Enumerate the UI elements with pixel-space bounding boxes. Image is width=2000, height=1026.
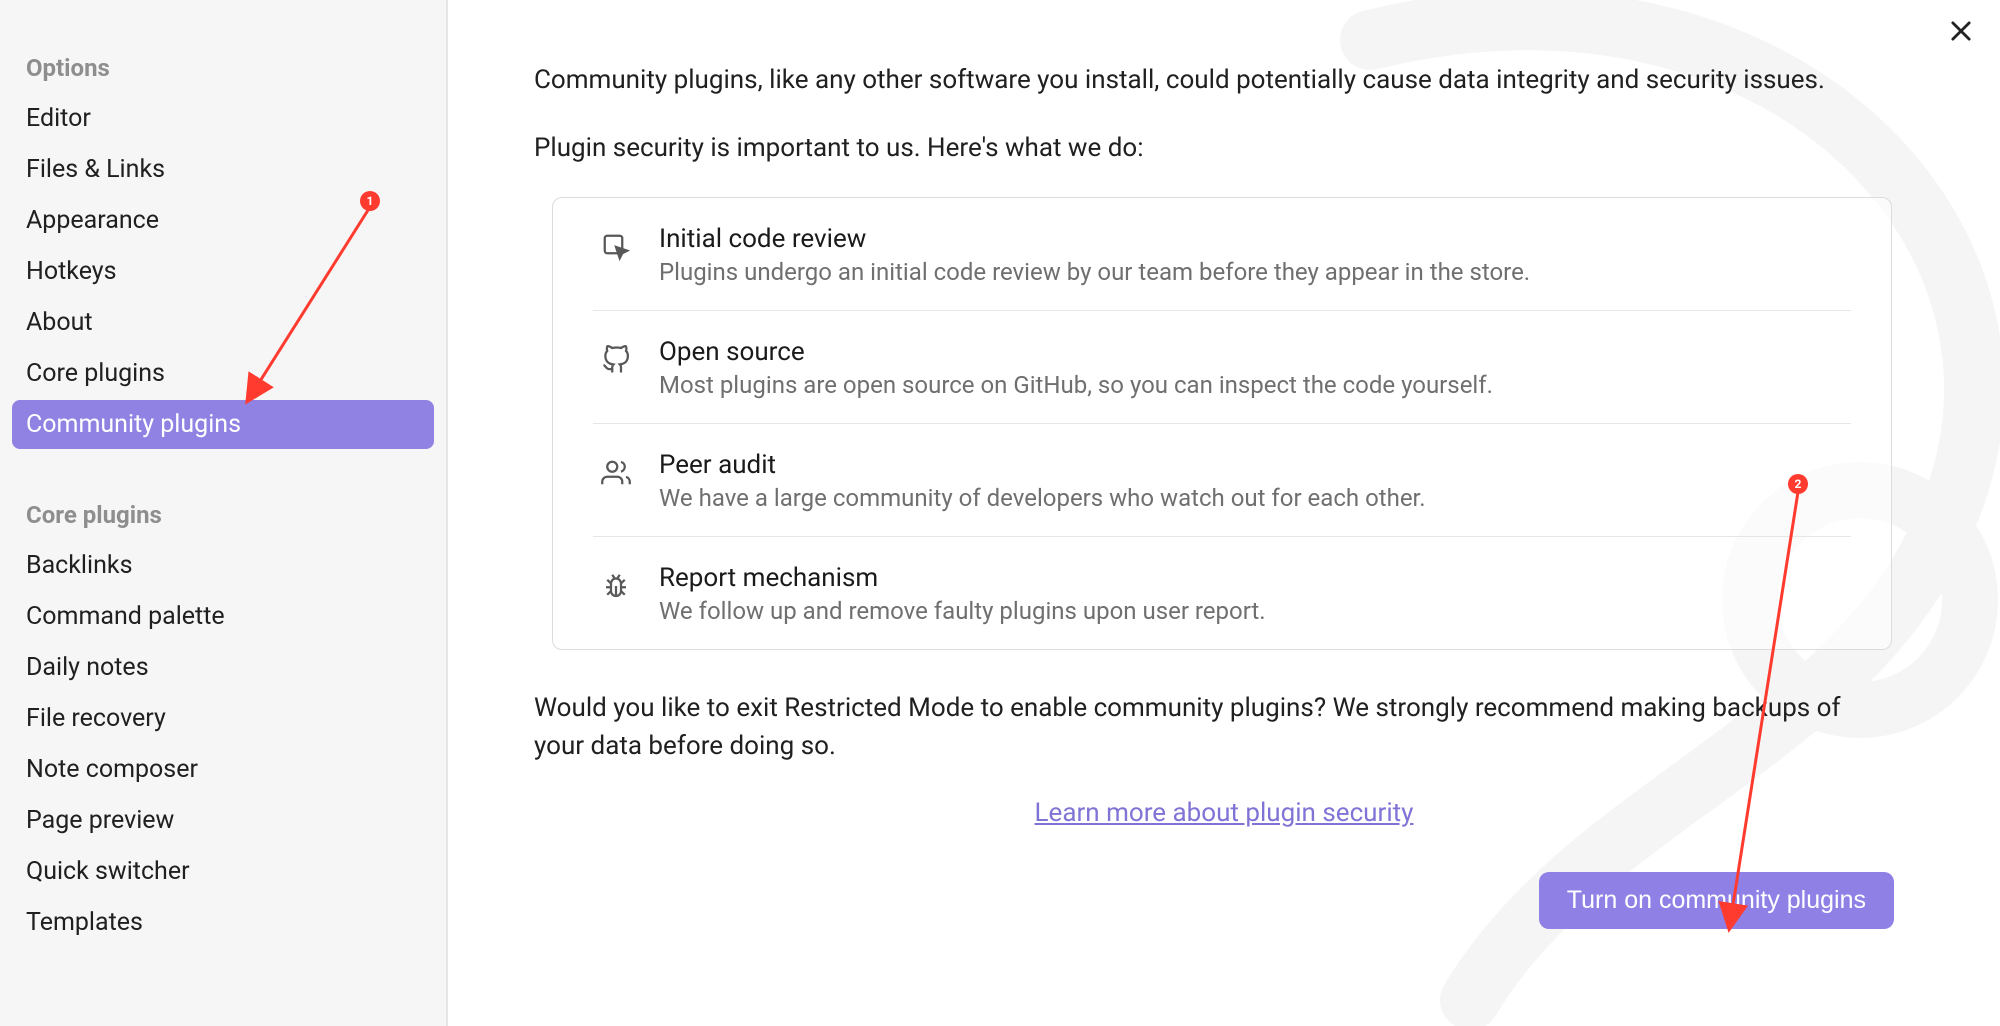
security-item-title: Peer audit — [659, 450, 1845, 480]
sidebar-item-files-links[interactable]: Files & Links — [12, 145, 434, 194]
sidebar-item-command-palette[interactable]: Command palette — [12, 592, 434, 641]
sidebar-item-daily-notes[interactable]: Daily notes — [12, 643, 434, 692]
security-item-desc: Plugins undergo an initial code review b… — [659, 258, 1845, 286]
exit-restricted-paragraph: Would you like to exit Restricted Mode t… — [534, 690, 1884, 765]
security-item-title: Initial code review — [659, 224, 1845, 254]
sidebar-section-core-plugins: Core plugins — [12, 491, 434, 541]
security-item-desc: We have a large community of developers … — [659, 484, 1845, 512]
sidebar-item-hotkeys[interactable]: Hotkeys — [12, 247, 434, 296]
security-item-desc: Most plugins are open source on GitHub, … — [659, 371, 1845, 399]
users-icon — [599, 456, 633, 490]
sidebar-item-core-plugins[interactable]: Core plugins — [12, 349, 434, 398]
sidebar-item-templates[interactable]: Templates — [12, 898, 434, 947]
intro-paragraph-2: Plugin security is important to us. Here… — [534, 130, 1884, 168]
security-item-open-source: Open source Most plugins are open source… — [593, 311, 1851, 424]
security-item-report: Report mechanism We follow up and remove… — [593, 537, 1851, 649]
settings-main-panel: Community plugins, like any other softwa… — [448, 0, 2000, 1026]
security-info-box: Initial code review Plugins undergo an i… — [552, 197, 1892, 650]
security-item-desc: We follow up and remove faulty plugins u… — [659, 597, 1845, 625]
sidebar-item-note-composer[interactable]: Note composer — [12, 745, 434, 794]
security-item-peer-audit: Peer audit We have a large community of … — [593, 424, 1851, 537]
sidebar-item-about[interactable]: About — [12, 298, 434, 347]
sidebar-section-options: Options — [12, 44, 434, 94]
sidebar-item-backlinks[interactable]: Backlinks — [12, 541, 434, 590]
turn-on-community-plugins-button[interactable]: Turn on community plugins — [1539, 872, 1894, 929]
security-item-code-review: Initial code review Plugins undergo an i… — [593, 198, 1851, 311]
learn-more-link[interactable]: Learn more about plugin security — [554, 798, 1894, 828]
sidebar-item-file-recovery[interactable]: File recovery — [12, 694, 434, 743]
cursor-square-icon — [599, 230, 633, 264]
sidebar-item-community-plugins[interactable]: Community plugins — [12, 400, 434, 449]
bug-icon — [599, 569, 633, 603]
sidebar-item-editor[interactable]: Editor — [12, 94, 434, 143]
sidebar-item-appearance[interactable]: Appearance — [12, 196, 434, 245]
settings-sidebar: Options Editor Files & Links Appearance … — [0, 0, 448, 1026]
security-item-title: Report mechanism — [659, 563, 1845, 593]
close-button[interactable] — [1944, 14, 1978, 48]
github-icon — [599, 343, 633, 377]
security-item-title: Open source — [659, 337, 1845, 367]
sidebar-item-page-preview[interactable]: Page preview — [12, 796, 434, 845]
sidebar-item-quick-switcher[interactable]: Quick switcher — [12, 847, 434, 896]
intro-paragraph-1: Community plugins, like any other softwa… — [534, 62, 1884, 100]
